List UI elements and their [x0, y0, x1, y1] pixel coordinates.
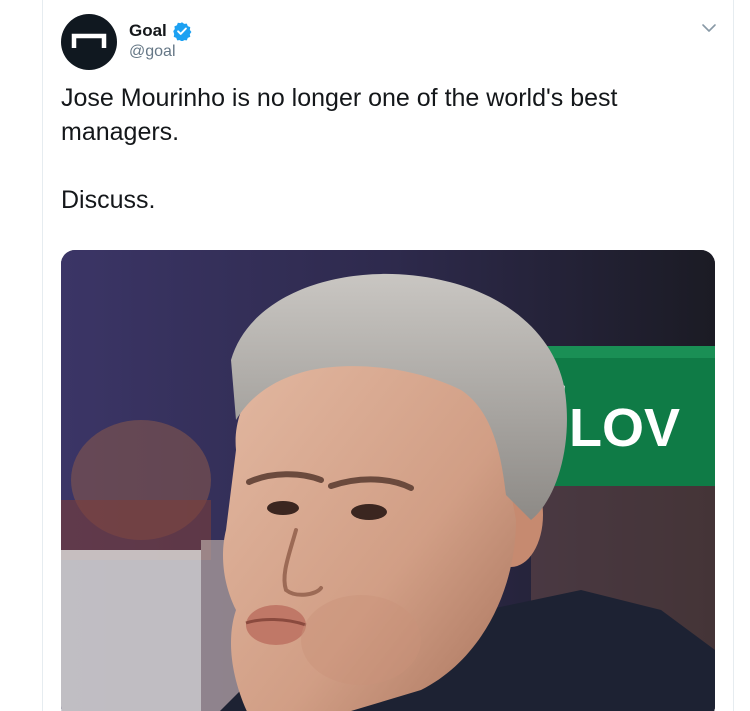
page: Goal @goal Jose Mourinho is no longer on…	[0, 0, 750, 711]
author-name-row: Goal	[129, 21, 192, 41]
sign-text: LOV	[569, 398, 680, 458]
chevron-down-icon[interactable]	[701, 20, 717, 36]
tweet-text-line: Discuss.	[61, 186, 156, 214]
tweet-text: Jose Mourinho is no longer one of the wo…	[61, 81, 701, 217]
author-display-name[interactable]: Goal	[129, 21, 167, 41]
tweet-card[interactable]: Goal @goal Jose Mourinho is no longer on…	[42, 0, 734, 711]
avatar[interactable]	[61, 14, 117, 70]
author-handle[interactable]: @goal	[129, 43, 176, 61]
mourinho-photo: LOV	[61, 250, 715, 711]
tweet-photo[interactable]: LOV	[61, 250, 715, 711]
verified-badge-icon	[173, 22, 192, 41]
goal-logo-icon	[71, 33, 107, 48]
tweet-text-line: Jose Mourinho is no longer one of the wo…	[61, 84, 618, 146]
